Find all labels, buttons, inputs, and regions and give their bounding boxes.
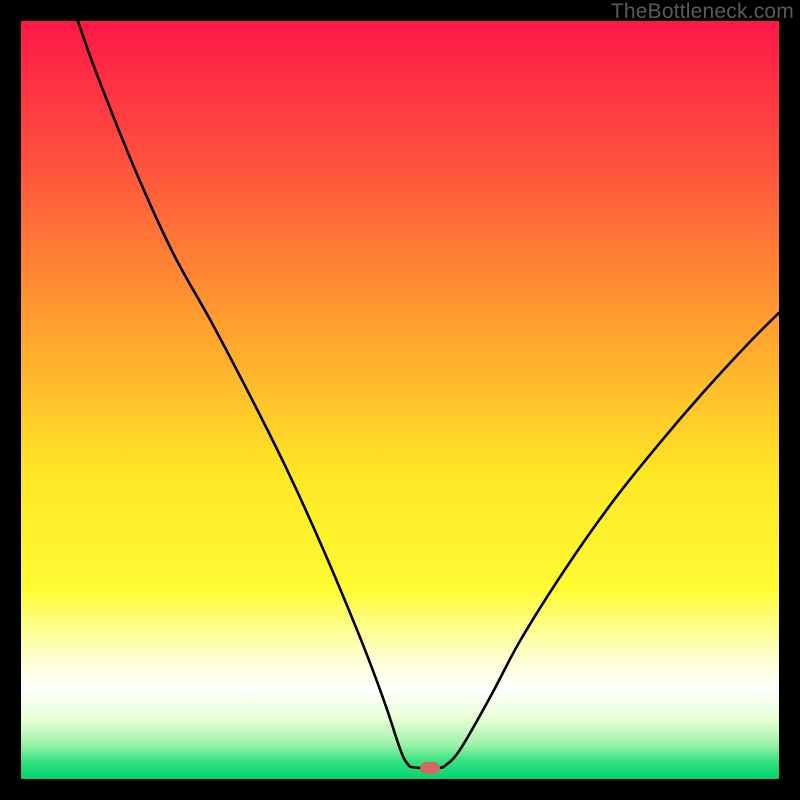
chart-frame: TheBottleneck.com [0,0,800,800]
watermark-label: TheBottleneck.com [611,0,794,24]
chart-background [21,21,779,779]
optimal-marker [420,762,440,774]
chart-plot [21,21,779,779]
